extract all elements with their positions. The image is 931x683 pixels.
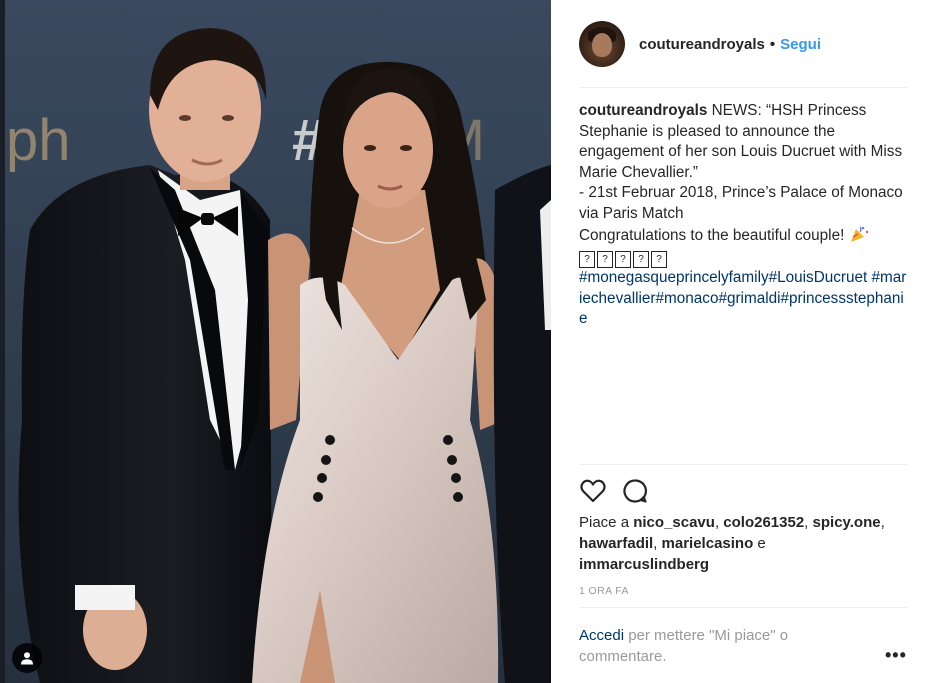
post-photo[interactable]: # denM ph xyxy=(0,0,551,683)
avatar[interactable] xyxy=(579,21,625,67)
user-tag-icon xyxy=(21,652,33,665)
heart-icon[interactable] xyxy=(579,477,607,505)
backdrop-side-text: ph xyxy=(6,108,71,173)
missing-glyphs: ????? xyxy=(579,246,909,269)
likes-conjunction: e xyxy=(757,535,766,552)
login-link[interactable]: Accedi xyxy=(579,627,624,644)
header-username[interactable]: coutureandroyals xyxy=(639,36,765,53)
header-divider xyxy=(579,87,907,88)
liker-name[interactable]: marielcasino xyxy=(662,535,754,552)
liker-name-last[interactable]: immarcuslindberg xyxy=(579,556,709,573)
likes-summary: Piace a nico_scavu, colo261352, spicy.on… xyxy=(579,514,885,573)
post-header: coutureandroyals • Segui xyxy=(579,18,821,70)
liker-name[interactable]: colo261352 xyxy=(723,514,804,531)
likes-prefix: Piace a xyxy=(579,514,630,531)
caption-line-3: Congratulations to the beautiful couple! xyxy=(579,226,845,244)
footer-divider xyxy=(579,607,907,608)
post-caption: coutureandroyals NEWS: “HSH Princess Ste… xyxy=(579,101,909,330)
caption-username[interactable]: coutureandroyals xyxy=(579,102,707,119)
post-actions xyxy=(579,477,649,505)
user-tag-button[interactable] xyxy=(12,643,42,673)
follow-button[interactable]: Segui xyxy=(780,36,821,53)
photo-illustration: # denM ph xyxy=(0,0,551,683)
liker-name[interactable]: spicy.one xyxy=(813,514,881,531)
more-options-icon[interactable]: ••• xyxy=(885,645,907,666)
actions-divider xyxy=(579,464,907,465)
avatar-face xyxy=(592,33,612,57)
post-timestamp[interactable]: 1 ORA FA xyxy=(579,585,629,597)
post-sidebar: coutureandroyals • Segui coutureandroyal… xyxy=(551,0,931,683)
liker-name[interactable]: hawarfadil xyxy=(579,535,653,552)
login-prompt: Accedi per mettere "Mi piace" o commenta… xyxy=(579,625,839,667)
comment-icon[interactable] xyxy=(621,477,649,505)
caption-line-2: - 21st Februar 2018, Prince’s Palace of … xyxy=(579,184,903,222)
caption-hashtags[interactable]: #monegasqueprincelyfamily#LouisDucruet #… xyxy=(579,268,909,330)
party-popper-icon xyxy=(850,226,868,242)
header-separator: • xyxy=(769,35,776,53)
liker-name[interactable]: nico_scavu xyxy=(633,514,715,531)
